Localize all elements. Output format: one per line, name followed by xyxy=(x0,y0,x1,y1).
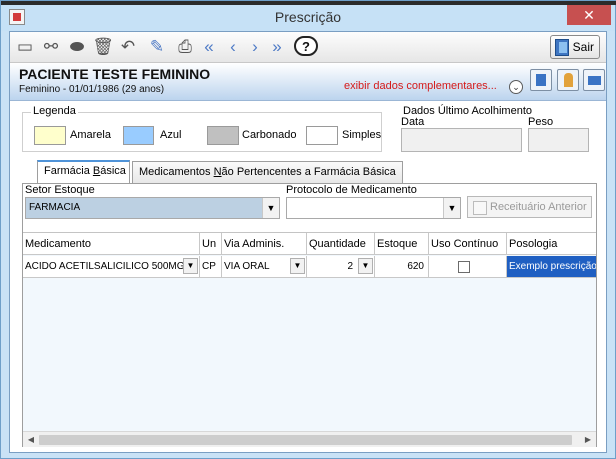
chevron-down-icon[interactable]: ▼ xyxy=(443,198,460,218)
column-header-posologia[interactable]: Posologia xyxy=(507,233,596,255)
network-icon[interactable] xyxy=(583,69,605,91)
print-icon[interactable]: ⎙ xyxy=(174,36,196,58)
column-header-quantidade[interactable]: Quantidade xyxy=(307,233,375,255)
legend-swatch-azul xyxy=(123,126,154,145)
previous-record-icon[interactable]: ‹ xyxy=(222,36,244,58)
protocolo-label: Protocolo de Medicamento xyxy=(286,184,417,196)
legend-label-amarela: Amarela xyxy=(70,129,111,141)
patient-name: PACIENTE TESTE FEMININO xyxy=(19,66,211,82)
eraser-icon[interactable]: ⬬ xyxy=(66,36,88,58)
expand-icon[interactable]: ⌄ xyxy=(509,80,523,94)
scroll-right-icon[interactable]: ▶ xyxy=(581,434,595,446)
title-bar: Prescrição ✕ xyxy=(1,5,615,31)
window-client: ▭ ⚯ ⬬ 🗑 ↶ ✎ ⎙ « ‹ › » ? Sair PACIENTE TE… xyxy=(9,31,607,453)
help-icon[interactable]: ? xyxy=(294,36,318,56)
tab-label-part: ão Pertencentes a Farmácia Básica xyxy=(221,166,396,178)
binoculars-icon[interactable]: ⚯ xyxy=(40,36,62,58)
sair-button[interactable]: Sair xyxy=(550,35,600,59)
setor-estoque-label: Setor Estoque xyxy=(25,184,95,196)
exit-door-icon xyxy=(555,39,569,56)
toolbar: ▭ ⚯ ⬬ 🗑 ↶ ✎ ⎙ « ‹ › » ? Sair xyxy=(10,32,606,63)
setor-estoque-value: FARMACIA xyxy=(29,202,81,213)
sair-label: Sair xyxy=(572,40,594,54)
column-header-estoque[interactable]: Estoque xyxy=(375,233,429,255)
receituario-anterior-button[interactable]: Receituário Anterior xyxy=(467,196,592,218)
tab-label-accel: N xyxy=(213,166,222,178)
peso-field xyxy=(528,128,589,152)
data-field xyxy=(401,128,522,152)
extra-data-link[interactable]: exibir dados complementares... xyxy=(344,80,497,92)
first-record-icon[interactable]: « xyxy=(198,36,220,58)
cell-via[interactable]: VIA ORAL ▼ xyxy=(222,256,307,278)
column-header-via[interactable]: Via Adminis. xyxy=(222,233,307,255)
close-button[interactable]: ✕ xyxy=(567,5,611,25)
cell-quantidade[interactable]: 2 ▼ xyxy=(307,256,375,278)
chevron-down-icon[interactable]: ▼ xyxy=(262,198,279,218)
new-icon[interactable]: ▭ xyxy=(14,36,36,58)
quantidade-value: 2 xyxy=(347,261,353,272)
legend-label-azul: Azul xyxy=(160,129,182,141)
farmacia-basica-panel: Setor Estoque FARMACIA ▼ Protocolo de Me… xyxy=(22,183,597,447)
column-header-medicamento[interactable]: Medicamento xyxy=(23,233,200,255)
next-record-icon[interactable]: › xyxy=(244,36,266,58)
patient-header: PACIENTE TESTE FEMININO Feminino - 01/01… xyxy=(10,63,606,101)
edit-icon[interactable]: ✎ xyxy=(146,36,168,58)
legend-swatch-amarela xyxy=(34,126,66,145)
cell-un: CP xyxy=(200,256,222,278)
cell-posologia[interactable]: Exemplo prescrição xyxy=(507,256,596,278)
via-value: VIA ORAL xyxy=(224,261,270,272)
legend-label-simples: Simples xyxy=(342,129,382,141)
prescricao-window: Prescrição ✕ ▭ ⚯ ⬬ 🗑 ↶ ✎ ⎙ « ‹ › » ? Sai… xyxy=(0,0,616,459)
setor-estoque-select[interactable]: FARMACIA ▼ xyxy=(25,197,280,219)
undo-icon[interactable]: ↶ xyxy=(117,36,139,58)
tab-farmacia-basica[interactable]: Farmácia Básica xyxy=(37,160,130,183)
legend-swatch-carbonado xyxy=(207,126,239,145)
last-record-icon[interactable]: » xyxy=(266,36,288,58)
window-title: Prescrição xyxy=(274,9,342,25)
tab-label-part: Medicamentos xyxy=(139,166,214,178)
data-label: Data xyxy=(401,116,425,128)
user-card-icon[interactable] xyxy=(557,69,579,91)
chevron-down-icon[interactable]: ▼ xyxy=(183,258,198,274)
document-icon[interactable] xyxy=(530,69,552,91)
prescription-grid: Medicamento Un Via Adminis. Quantidade E… xyxy=(23,232,596,447)
medicamento-value: ACIDO ACETILSALICILICO 500MG xyxy=(25,261,185,272)
legenda-title: Legenda xyxy=(31,105,78,117)
uso-continuo-checkbox[interactable] xyxy=(458,261,470,273)
cell-medicamento[interactable]: ACIDO ACETILSALICILICO 500MG ▼ xyxy=(23,256,200,278)
tab-label-part: Farmácia xyxy=(44,165,93,177)
column-header-un[interactable]: Un xyxy=(200,233,222,255)
horizontal-scrollbar[interactable]: ◀ ▶ xyxy=(23,431,596,447)
column-header-uso-continuo[interactable]: Uso Contínuo xyxy=(429,233,507,255)
scrollbar-thumb[interactable] xyxy=(39,435,572,445)
cell-estoque: 620 xyxy=(375,256,429,278)
tab-medicamentos-nao-pertencentes[interactable]: Medicamentos Não Pertencentes a Farmácia… xyxy=(132,161,403,183)
cell-uso-continuo[interactable] xyxy=(429,256,507,278)
protocolo-select[interactable]: ▼ xyxy=(286,197,461,219)
chevron-down-icon[interactable]: ▼ xyxy=(290,258,305,274)
scroll-left-icon[interactable]: ◀ xyxy=(24,434,38,446)
chevron-down-icon[interactable]: ▼ xyxy=(358,258,373,274)
legend-label-carbonado: Carbonado xyxy=(242,129,297,141)
peso-label: Peso xyxy=(528,116,554,128)
tab-label-part: ásica xyxy=(100,165,126,177)
trash-icon[interactable]: 🗑 xyxy=(92,36,114,58)
patient-info: Feminino - 01/01/1986 (29 anos) xyxy=(19,84,165,95)
legend-swatch-simples xyxy=(306,126,338,145)
